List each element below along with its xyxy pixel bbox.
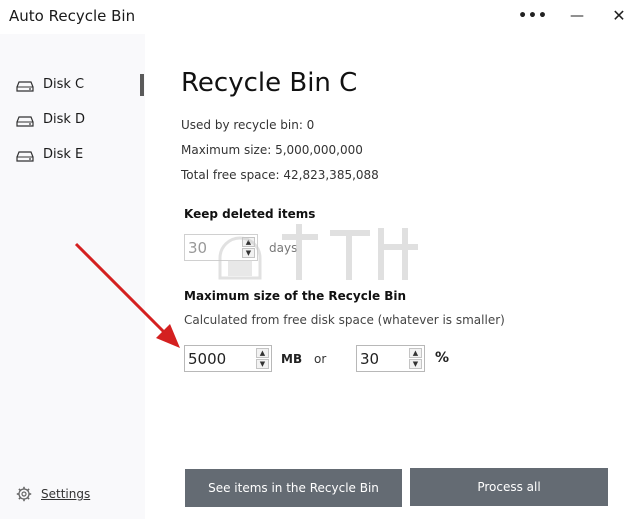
stepper-buttons: ▲ ▼ <box>256 348 269 369</box>
or-label: or <box>314 352 327 366</box>
max-size-percent-value: 30 <box>360 350 380 368</box>
sidebar-item-disk-e[interactable]: Disk E <box>0 141 145 171</box>
sidebar-item-label: Disk C <box>43 77 85 92</box>
more-options-button[interactable]: ••• <box>518 4 548 28</box>
mb-unit-label: MB <box>281 352 303 366</box>
max-size-mb-stepper[interactable]: 5000 ▲ ▼ <box>184 345 272 372</box>
see-items-button[interactable]: See items in the Recycle Bin <box>185 469 402 507</box>
max-size-subtitle: Calculated from free disk space (whateve… <box>184 313 505 327</box>
max-size-title: Maximum size of the Recycle Bin <box>184 289 407 303</box>
increment-button[interactable]: ▲ <box>256 348 269 358</box>
annotation-arrow <box>74 242 180 348</box>
max-size-percent-stepper[interactable]: 30 ▲ ▼ <box>356 345 425 372</box>
decrement-button[interactable]: ▼ <box>409 359 422 369</box>
keep-days-value: 30 <box>188 239 208 257</box>
decrement-button[interactable]: ▼ <box>256 359 269 369</box>
app-title: Auto Recycle Bin <box>9 7 136 25</box>
sidebar-item-label: Disk E <box>43 147 84 162</box>
close-button[interactable]: ✕ <box>604 4 634 28</box>
active-item-indicator <box>140 74 144 96</box>
max-size-mb-value: 5000 <box>188 350 227 368</box>
sidebar-item-disk-d[interactable]: Disk D <box>0 106 145 136</box>
watermark-logo <box>218 224 418 280</box>
process-all-button[interactable]: Process all <box>410 468 608 506</box>
stepper-buttons: ▲ ▼ <box>409 348 422 369</box>
settings-link[interactable]: Settings <box>16 486 90 502</box>
sidebar-item-label: Disk D <box>43 112 86 127</box>
title-bar: Auto Recycle Bin ••• — ✕ <box>0 0 640 34</box>
percent-unit-label: % <box>435 350 450 366</box>
used-by-recycle-bin: Used by recycle bin: 0 <box>181 118 315 132</box>
settings-label: Settings <box>41 487 91 501</box>
page-title: Recycle Bin C <box>181 68 358 98</box>
total-free-space: Total free space: 42,823,385,088 <box>181 168 379 182</box>
increment-button[interactable]: ▲ <box>409 348 422 358</box>
gear-icon <box>16 486 32 502</box>
disk-icon <box>16 81 34 92</box>
maximum-size: Maximum size: 5,000,000,000 <box>181 143 363 157</box>
disk-icon <box>16 116 34 127</box>
sidebar-item-disk-c[interactable]: Disk C <box>0 71 145 101</box>
minimize-button[interactable]: — <box>562 4 592 28</box>
disk-icon <box>16 151 34 162</box>
